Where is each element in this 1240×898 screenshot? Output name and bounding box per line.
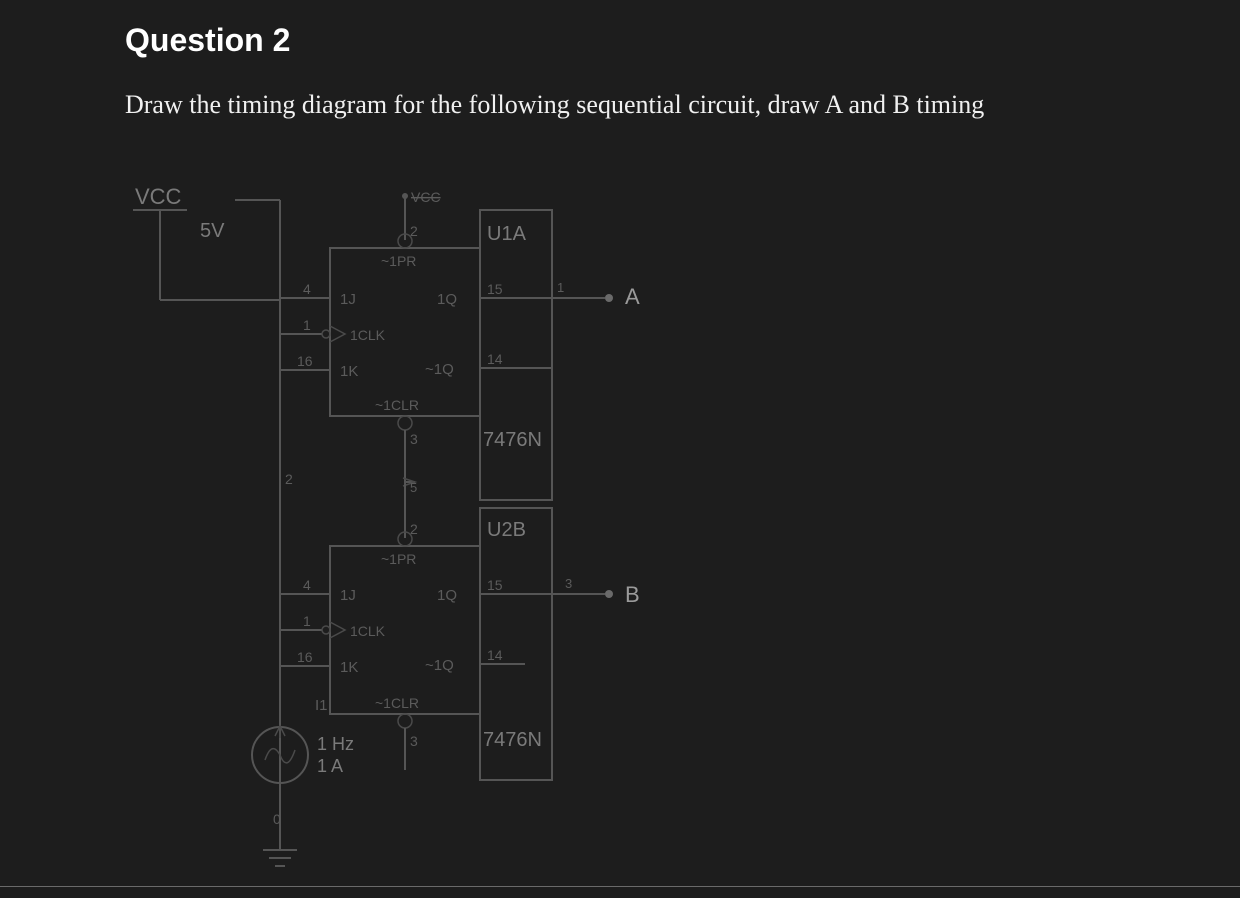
u1a-k-num: 16 [297, 353, 313, 369]
u1a-j-num: 4 [303, 281, 311, 297]
u2b-out-ext: 3 [565, 576, 572, 591]
source-amp: 1 A [317, 756, 343, 776]
u1a-q-name: 1Q [437, 291, 457, 308]
u2b-qn-name: ~1Q [425, 657, 454, 674]
u1a-pr-name: ~1PR [381, 253, 416, 269]
u1a-clr-num: 3 [410, 431, 418, 447]
u2b-k-name: 1K [340, 659, 358, 676]
u1a-k-name: 1K [340, 363, 358, 380]
u2b-ref: U2B [487, 519, 526, 541]
page-divider [0, 886, 1240, 887]
u1a-q-num: 15 [487, 281, 503, 297]
supply-voltage: 5V [200, 220, 225, 242]
u1a-ref: U1A [487, 223, 527, 245]
u2b-clr-num: 3 [410, 733, 418, 749]
vcc-label: VCC [135, 184, 182, 209]
u2b-clk-num: 1 [303, 613, 311, 629]
u1a-clr-name: ~1CLR [375, 397, 419, 413]
output-a-label: A [625, 284, 640, 309]
flipflop-u1a: 2 ~1PR 4 1J 1 1CLK 16 1K 3 ~1CLR 1Q 15 [280, 210, 640, 500]
source-freq: 1 Hz [317, 734, 354, 754]
u1a-j-name: 1J [340, 291, 356, 308]
u2b-part: 7476N [483, 729, 542, 751]
u2b-pr-num: 2 [410, 521, 418, 537]
question-prompt: Draw the timing diagram for the followin… [125, 90, 984, 120]
ground-node-label: 0 [273, 811, 281, 827]
u2b-j-num: 4 [303, 577, 311, 593]
ground-symbol [263, 850, 297, 866]
u2b-clk-name: 1CLK [350, 623, 386, 639]
u2b-q-name: 1Q [437, 587, 457, 604]
u2b-qn-num: 14 [487, 647, 503, 663]
u2b-clr-name: ~1CLR [375, 695, 419, 711]
u2b-pr-name: ~1PR [381, 551, 416, 567]
question-heading: Question 2 [125, 22, 290, 59]
u1a-clk-num: 1 [303, 317, 311, 333]
u2b-j-name: 1J [340, 587, 356, 604]
output-b-label: B [625, 582, 640, 607]
circuit-diagram: VCC 5V VCC 2 ~1PR 4 1J 1 [125, 170, 825, 890]
mid-wire-label: 2 [285, 471, 293, 487]
u1a-clk-name: 1CLK [350, 327, 386, 343]
u1a-qn-num: 14 [487, 351, 503, 367]
stub-5: 5 [410, 480, 417, 495]
u1a-out-ext: 1 [557, 280, 564, 295]
u2b-q-num: 15 [487, 577, 503, 593]
u1a-qn-name: ~1Q [425, 361, 454, 378]
ac-source: I1 1 Hz 1 A [252, 697, 354, 783]
u2b-k-num: 16 [297, 649, 313, 665]
vcc-top-node: VCC [411, 189, 441, 205]
u1a-part: 7476N [483, 429, 542, 451]
source-name: I1 [315, 697, 328, 714]
u1a-pr-num: 2 [410, 223, 418, 239]
